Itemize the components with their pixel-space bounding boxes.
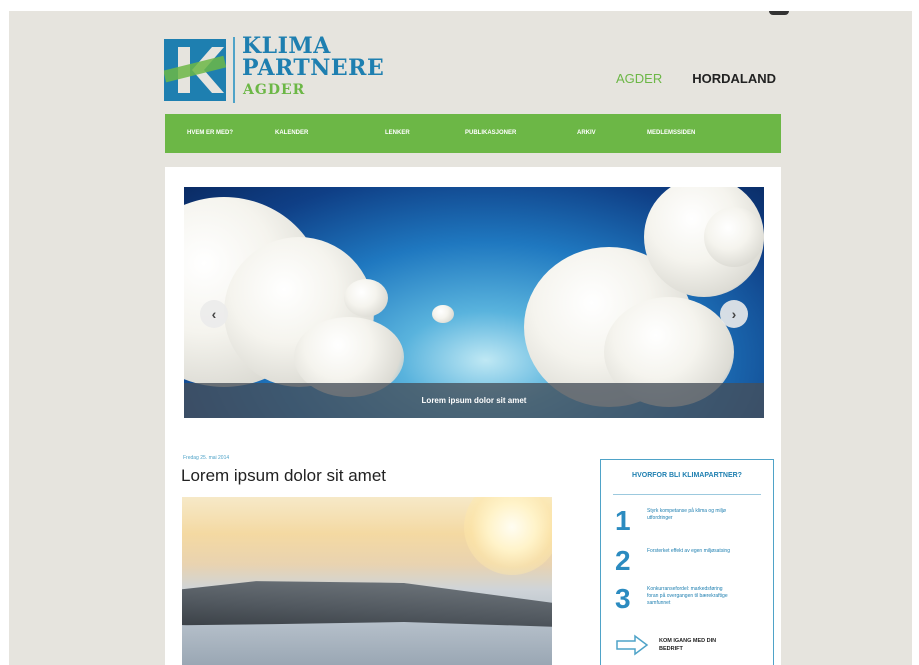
why-item: 2 Forsterket effekt av egen miljøsatsing [615,546,761,580]
why-join-box: HVORFOR BLI KLIMAPARTNER? 1 Styrk kompet… [600,459,774,665]
post-image-wing [182,565,552,644]
post-image-sun [464,497,552,575]
why-divider [613,494,761,495]
logo-text-klima: KLIMA [242,33,331,59]
chevron-right-icon: › [731,306,737,322]
get-started-label: KOM IGANG MED DIN BEDRIFT [659,638,717,652]
nav-item-kalender[interactable]: KALENDER [275,130,308,136]
why-item: 3 Konkurransefordel: markedsføring foran… [615,584,761,618]
why-item-text: Forsterket effekt av egen miljøsatsing [647,548,730,554]
slider-next-button[interactable]: › [720,300,748,328]
why-item-number: 1 [615,505,631,536]
why-title: HVORFOR BLI KLIMAPARTNER? [632,472,742,479]
nav-item-lenker[interactable]: LENKER [385,130,410,136]
get-started-link[interactable]: KOM IGANG MED DIN BEDRIFT [615,632,761,660]
hero-caption[interactable]: Lorem ipsum dolor sit amet [422,396,527,405]
region-link-agder[interactable]: AGDER [616,71,662,86]
post-date: Fredag 25. mai 2014 [183,455,230,461]
why-item: 1 Styrk kompetanse på klima og miljø utf… [615,506,761,540]
header-decoration [769,11,789,15]
nav-item-medlemssiden[interactable]: MEDLEMSSIDEN [647,130,695,136]
hero-slider[interactable]: ‹ › Lorem ipsum dolor sit amet [184,187,764,418]
region-link-hordaland[interactable]: HORDALAND [692,71,776,86]
hero-caption-bar: Lorem ipsum dolor sit amet [184,383,764,418]
logo-text-partnere: PARTNERE [242,55,385,81]
nav-item-publikasjoner[interactable]: PUBLIKASJONER [465,130,516,136]
arrow-right-icon [616,634,649,656]
page-canvas: KLIMA PARTNERE AGDER AGDER HORDALAND HVE… [9,11,912,665]
why-item-number: 3 [615,583,631,614]
nav-item-arkiv[interactable]: ARKIV [577,130,596,136]
post-image[interactable] [182,497,552,665]
region-switcher: AGDER HORDALAND [616,71,776,86]
why-item-text: Styrk kompetanse på klima og miljø utfor… [647,508,726,521]
logo-text-agder: AGDER [243,82,306,98]
chevron-left-icon: ‹ [211,306,217,322]
slider-prev-button[interactable]: ‹ [200,300,228,328]
hero-cloud [432,305,454,323]
content-panel: ‹ › Lorem ipsum dolor sit amet Fredag 25… [165,167,781,665]
main-nav: HVEM ER MED? KALENDER LENKER PUBLIKASJON… [165,114,781,153]
why-item-number: 2 [615,545,631,576]
hero-cloud [344,279,388,317]
logo-k-icon [164,39,226,101]
logo-divider [233,37,235,103]
nav-item-hvem-er-med[interactable]: HVEM ER MED? [187,130,233,136]
why-item-text: Konkurransefordel: markedsføring foran p… [647,586,728,606]
post-title[interactable]: Lorem ipsum dolor sit amet [181,466,386,486]
hero-cloud [704,207,764,267]
